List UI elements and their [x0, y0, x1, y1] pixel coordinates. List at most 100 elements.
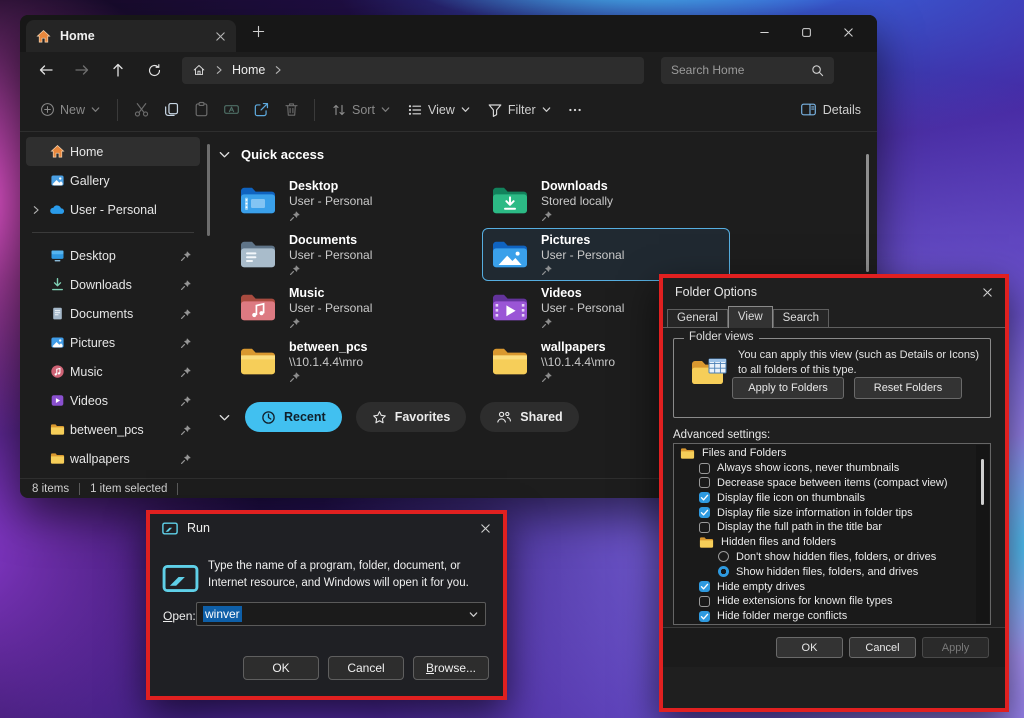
maximize-button[interactable]	[785, 15, 827, 49]
sidebar-item-videos[interactable]: Videos	[26, 386, 200, 415]
downloads-icon	[48, 277, 66, 292]
checkbox[interactable]	[699, 507, 710, 518]
delete-button[interactable]	[276, 95, 306, 125]
sidebar-item-between-pcs[interactable]: between_pcs	[26, 415, 200, 444]
pictures-icon	[48, 335, 66, 350]
pin-icon	[541, 210, 552, 222]
tab-search[interactable]: Search	[773, 309, 829, 328]
folder-views-description: You can apply this view (such as Details…	[738, 348, 990, 378]
setting-hide-empty-drives[interactable]: Hide empty drives	[674, 579, 990, 594]
content-scrollbar[interactable]	[866, 154, 869, 272]
videos-icon	[48, 393, 66, 408]
cut-button[interactable]	[126, 95, 156, 125]
new-button[interactable]: New	[32, 97, 109, 122]
cancel-button[interactable]: Cancel	[849, 637, 916, 658]
copy-button[interactable]	[156, 95, 186, 125]
radio-button[interactable]	[718, 551, 729, 562]
tile-desktop[interactable]: DesktopUser - Personal	[230, 174, 478, 228]
details-button[interactable]: Details	[800, 101, 865, 118]
sidebar-item-desktop[interactable]: Desktop	[26, 241, 200, 270]
share-button[interactable]	[246, 95, 276, 125]
tab-general[interactable]: General	[667, 309, 728, 328]
chevron-down-icon[interactable]	[468, 609, 479, 620]
breadcrumb[interactable]: Home	[182, 57, 644, 84]
setting-decrease-space-between-items-compact-view[interactable]: Decrease space between items (compact vi…	[674, 476, 990, 491]
tile-music[interactable]: MusicUser - Personal	[230, 281, 478, 335]
close-button[interactable]	[827, 15, 869, 49]
chevron-right-icon[interactable]	[28, 205, 44, 215]
pin-icon	[541, 317, 552, 329]
search-input[interactable]: Search Home	[661, 57, 834, 84]
view-button[interactable]: View	[399, 97, 479, 123]
sidebar-item-home[interactable]: Home	[26, 137, 200, 166]
paste-button[interactable]	[186, 95, 216, 125]
close-icon[interactable]	[982, 287, 993, 298]
see-more-button[interactable]	[560, 95, 590, 125]
tab-view[interactable]: View	[728, 306, 773, 328]
sidebar-item-downloads[interactable]: Downloads	[26, 270, 200, 299]
pivot-favorites[interactable]: Favorites	[356, 402, 467, 432]
checkbox[interactable]	[699, 492, 710, 503]
checkbox[interactable]	[699, 477, 710, 488]
home-icon	[36, 29, 51, 44]
tile-documents[interactable]: DocumentsUser - Personal	[230, 228, 478, 282]
tile-pictures[interactable]: PicturesUser - Personal	[482, 228, 730, 282]
up-button[interactable]	[102, 56, 134, 84]
chevron-down-icon	[90, 104, 101, 115]
setting-always-show-icons-never-thumbnails[interactable]: Always show icons, never thumbnails	[674, 461, 990, 476]
setting-hide-extensions-for-known-file-types[interactable]: Hide extensions for known file types	[674, 594, 990, 609]
setting-show-hidden-files-folders-and-drives[interactable]: Show hidden files, folders, and drives	[674, 564, 990, 579]
sidebar-item-user-personal[interactable]: User - Personal	[26, 195, 200, 224]
open-input-value[interactable]: winver	[203, 606, 242, 622]
refresh-button[interactable]	[138, 56, 170, 84]
folder-folder-icon	[239, 346, 277, 377]
tab-home[interactable]: Home	[26, 20, 236, 52]
desktop-icon	[48, 248, 66, 263]
checkbox[interactable]	[699, 611, 710, 622]
cancel-button[interactable]: Cancel	[328, 656, 404, 680]
ok-button[interactable]: OK	[776, 637, 843, 658]
sidebar-item-gallery[interactable]: Gallery	[26, 166, 200, 195]
setting-hide-folder-merge-conflicts[interactable]: Hide folder merge conflicts	[674, 609, 990, 624]
pivot-recent[interactable]: Recent	[245, 402, 342, 432]
reset-folders-button[interactable]: Reset Folders	[854, 377, 962, 399]
advanced-scrollbar[interactable]	[976, 445, 989, 623]
checkbox[interactable]	[699, 581, 710, 592]
checkbox[interactable]	[699, 596, 710, 607]
sidebar-item-pictures[interactable]: Pictures	[26, 328, 200, 357]
pin-icon	[180, 308, 194, 320]
sidebar-item-documents[interactable]: Documents	[26, 299, 200, 328]
checkbox[interactable]	[699, 463, 710, 474]
chevron-down-icon[interactable]	[218, 411, 231, 424]
ok-button[interactable]: OK	[243, 656, 319, 680]
setting-display-the-full-path-in-the-title-bar[interactable]: Display the full path in the title bar	[674, 520, 990, 535]
sidebar-item-wallpapers[interactable]: wallpapers	[26, 444, 200, 473]
apply-to-folders-button[interactable]: Apply to Folders	[732, 377, 844, 399]
radio-button[interactable]	[718, 566, 729, 577]
apply-button[interactable]: Apply	[922, 637, 989, 658]
filter-button[interactable]: Filter	[479, 97, 560, 123]
sidebar-item-music[interactable]: Music	[26, 357, 200, 386]
pin-icon	[289, 210, 300, 222]
browse-button[interactable]: Browse...	[413, 656, 489, 680]
back-button[interactable]	[30, 56, 62, 84]
chevron-down-icon[interactable]	[218, 148, 231, 161]
setting-display-file-icon-on-thumbnails[interactable]: Display file icon on thumbnails	[674, 490, 990, 505]
close-icon[interactable]	[480, 523, 491, 534]
pivot-shared[interactable]: Shared	[480, 402, 578, 432]
open-label: Open:	[163, 609, 196, 623]
rename-button[interactable]	[216, 95, 246, 125]
sort-button[interactable]: Sort	[323, 97, 399, 123]
setting-display-file-size-information-in-folder-tips[interactable]: Display file size information in folder …	[674, 505, 990, 520]
tab-close-icon[interactable]	[215, 31, 226, 42]
checkbox[interactable]	[699, 522, 710, 533]
tile-between-pcs[interactable]: between_pcs\\10.1.4.4\mro	[230, 335, 478, 389]
minimize-button[interactable]	[743, 15, 785, 49]
open-combobox[interactable]: winver	[196, 602, 486, 626]
breadcrumb-item-home[interactable]: Home	[232, 63, 265, 77]
forward-button[interactable]	[66, 56, 98, 84]
tile-downloads[interactable]: DownloadsStored locally	[482, 174, 730, 228]
advanced-settings-list: Files and FoldersAlways show icons, neve…	[673, 443, 991, 625]
new-tab-button[interactable]	[252, 25, 265, 38]
setting-don-t-show-hidden-files-folders-or-drives[interactable]: Don't show hidden files, folders, or dri…	[674, 550, 990, 565]
